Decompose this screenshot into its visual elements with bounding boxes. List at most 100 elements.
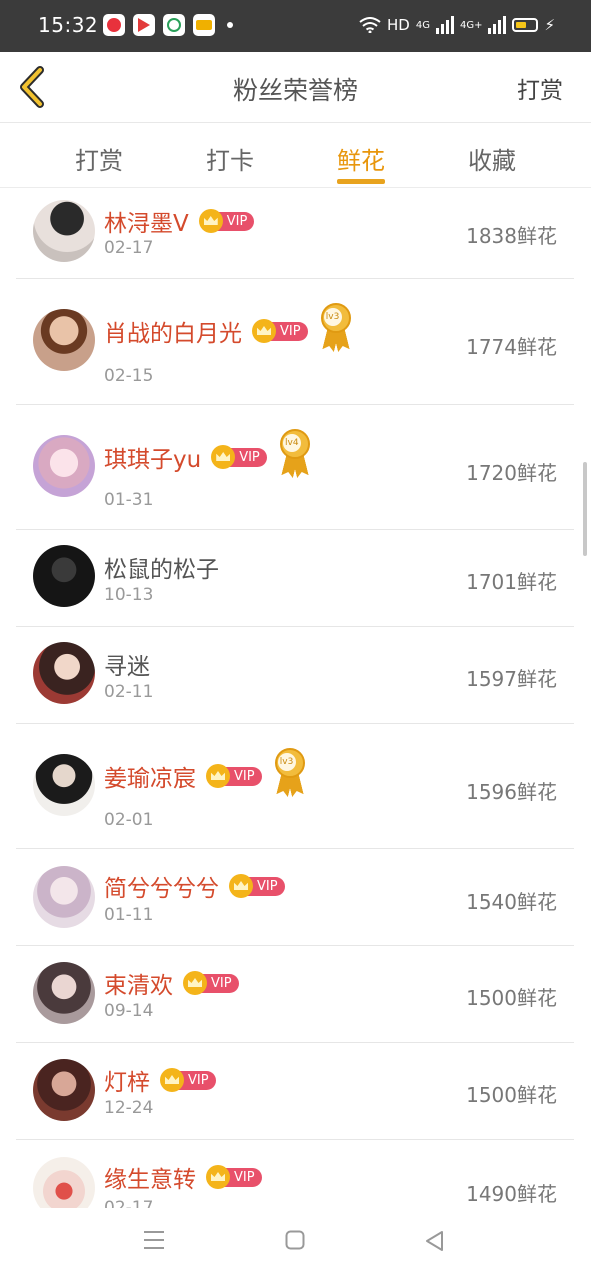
name-line: 简兮兮兮兮 VIP (104, 869, 285, 903)
avatar (33, 545, 95, 607)
fan-ranking-list: 林浔墨V VIP 02-17 1838鲜花 肖战的白月光 VIP lv3 02-… (0, 188, 591, 1208)
list-item[interactable]: 束清欢 VIP 09-14 1500鲜花 (16, 946, 574, 1043)
tv-app-icon (193, 14, 215, 36)
status-bar: 15:32 HD 4G 4G+ ⚡ (0, 0, 591, 52)
user-name: 缘生意转 (104, 1167, 196, 1193)
user-name: 姜瑜凉宸 (104, 766, 196, 792)
date: 02-17 (104, 238, 154, 258)
crown-icon (252, 319, 276, 343)
vip-badge: VIP (252, 319, 308, 343)
date: 02-01 (104, 810, 154, 830)
crown-icon (160, 1068, 184, 1092)
flower-count: 1720鲜花 (466, 461, 557, 485)
tab-label: 鲜花 (337, 147, 385, 175)
name-line: 灯梓 VIP (104, 1063, 216, 1097)
avatar (33, 866, 95, 928)
avatar (33, 754, 95, 816)
list-item[interactable]: 松鼠的松子 10-13 1701鲜花 (16, 530, 574, 627)
flower-count: 1540鲜花 (466, 890, 557, 914)
vip-badge: VIP (206, 1165, 262, 1189)
signal-1-icon (435, 16, 454, 34)
date: 09-14 (104, 1001, 154, 1021)
avatar (33, 642, 95, 704)
status-time: 15:32 (38, 13, 99, 37)
list-item[interactable]: 缘生意转 VIP 02-17 1490鲜花 (16, 1140, 574, 1208)
tab-label: 打卡 (206, 147, 254, 175)
vip-badge: VIP (206, 764, 262, 788)
vip-badge: VIP (229, 874, 285, 898)
avatar (33, 200, 95, 262)
scrollbar[interactable] (583, 462, 587, 556)
user-name: 寻迷 (104, 654, 150, 680)
more-notifications-dot-icon (227, 22, 233, 28)
battery-icon (512, 18, 539, 32)
vip-badge: VIP (160, 1068, 216, 1092)
user-name: 束清欢 (104, 973, 173, 999)
crown-icon (206, 764, 230, 788)
tab-tip[interactable]: 打赏 (59, 141, 139, 176)
name-line: 寻迷 (104, 647, 150, 681)
date: 01-11 (104, 905, 154, 925)
date: 01-31 (104, 490, 154, 510)
name-line: 姜瑜凉宸 VIP lv3 (104, 748, 308, 798)
tab-label: 打赏 (75, 147, 123, 175)
level-medal-icon: lv4 (277, 429, 313, 479)
list-item[interactable]: 琪琪子yu VIP lv4 01-31 1720鲜花 (16, 405, 574, 530)
name-line: 肖战的白月光 VIP lv3 (104, 303, 354, 353)
sim2-label: 4G+ (459, 19, 483, 31)
name-line: 缘生意转 VIP (104, 1160, 262, 1194)
tab-bar: 打赏 打卡 鲜花 收藏 (0, 123, 591, 188)
user-name: 简兮兮兮兮 (104, 876, 219, 902)
home-icon[interactable] (285, 1230, 305, 1250)
vip-badge: VIP (183, 971, 239, 995)
name-line: 林浔墨V VIP (104, 204, 255, 238)
list-item[interactable]: 林浔墨V VIP 02-17 1838鲜花 (16, 188, 574, 279)
flower-count: 1596鲜花 (466, 780, 557, 804)
date: 12-24 (104, 1098, 154, 1118)
name-line: 束清欢 VIP (104, 966, 239, 1000)
video-app-icon (133, 14, 155, 36)
list-item[interactable]: 寻迷 02-11 1597鲜花 (16, 627, 574, 724)
menu-icon[interactable] (143, 1230, 165, 1250)
tab-checkin[interactable]: 打卡 (190, 141, 270, 176)
system-nav-bar (0, 1208, 591, 1280)
network-hd-label: HD (386, 16, 410, 34)
avatar (33, 962, 95, 1024)
browser-app-icon (163, 14, 185, 36)
list-item[interactable]: 简兮兮兮兮 VIP 01-11 1540鲜花 (16, 849, 574, 946)
user-name: 林浔墨V (104, 211, 189, 237)
crown-icon (229, 874, 253, 898)
list-item[interactable]: 灯梓 VIP 12-24 1500鲜花 (16, 1043, 574, 1140)
user-name: 灯梓 (104, 1070, 150, 1096)
vip-badge: VIP (211, 445, 267, 469)
sim1-label: 4G (415, 19, 430, 31)
crown-icon (206, 1165, 230, 1189)
list-item[interactable]: 姜瑜凉宸 VIP lv3 02-01 1596鲜花 (16, 724, 574, 849)
date: 02-17 (104, 1198, 154, 1208)
back-triangle-icon[interactable] (424, 1230, 444, 1252)
flower-count: 1490鲜花 (466, 1182, 557, 1206)
level-medal-icon: lv3 (272, 748, 308, 798)
user-name: 松鼠的松子 (104, 557, 219, 583)
user-name: 肖战的白月光 (104, 321, 242, 347)
flower-count: 1597鲜花 (466, 667, 557, 691)
crown-icon (198, 209, 223, 233)
page-header: 粉丝荣誉榜 打赏 (0, 52, 591, 123)
tip-button[interactable]: 打赏 (517, 71, 563, 105)
vip-badge: VIP (198, 209, 255, 233)
tab-favorites[interactable]: 收藏 (452, 141, 532, 176)
date: 02-15 (104, 366, 154, 386)
date: 02-11 (104, 682, 154, 702)
status-right: HD 4G 4G+ ⚡ (359, 16, 555, 34)
flower-count: 1500鲜花 (466, 986, 557, 1010)
app-notification-icon (103, 14, 125, 36)
charging-icon: ⚡ (544, 16, 555, 34)
flower-count: 1774鲜花 (466, 335, 557, 359)
list-item[interactable]: 肖战的白月光 VIP lv3 02-15 1774鲜花 (16, 279, 574, 405)
flower-count: 1500鲜花 (466, 1083, 557, 1107)
tab-label: 收藏 (468, 147, 516, 175)
tab-flowers[interactable]: 鲜花 (321, 141, 401, 184)
name-line: 琪琪子yu VIP lv4 (104, 429, 313, 479)
wifi-icon (359, 17, 381, 33)
avatar (33, 309, 95, 371)
